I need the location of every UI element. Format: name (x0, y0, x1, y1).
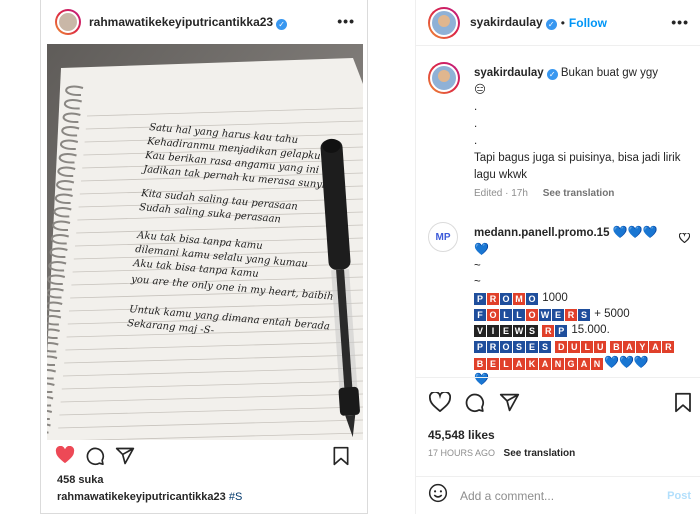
header-username[interactable]: syakirdaulay ✓ (470, 15, 557, 30)
username-text[interactable]: rahmawatikekeyiputricantikka23 (89, 15, 273, 29)
username-text[interactable]: syakirdaulay (470, 15, 543, 29)
see-translation-link[interactable]: See translation (504, 448, 576, 459)
dot-line: . (474, 135, 478, 147)
promo-value: 1000 (542, 292, 568, 304)
caption-username[interactable]: rahmawatikekeyiputricantikka23 (57, 491, 226, 503)
comments-panel: syakirdaulay ✓ • Follow ••• syakirdaulay ✓… (415, 0, 700, 514)
share-icon[interactable] (115, 446, 135, 471)
comment-input[interactable]: Add a comment... (460, 489, 554, 503)
post-button[interactable]: Post (667, 490, 691, 502)
post-photo[interactable]: Satu hal yang harus kau tahu Kehadiranmu … (47, 44, 363, 440)
embedded-post: rahmawatikekeyiputricantikka23 ✓ ••• Satu… (40, 0, 368, 514)
blue-heart: 💙 (474, 242, 489, 256)
post-header: rahmawatikekeyiputricantikka23 ✓ ••• (41, 0, 369, 44)
verified-icon: ✓ (546, 69, 558, 80)
price: 15.000. (571, 324, 610, 336)
notebook-photo: Satu hal yang harus kau tahuKehadiranmu … (47, 44, 363, 440)
post-actions (55, 445, 355, 471)
see-translation-link[interactable]: See translation (543, 188, 615, 199)
promo-word: PROMO (474, 292, 539, 305)
emoji: 😑 (474, 84, 486, 96)
blue-hearts: 💙💙💙 (604, 355, 649, 369)
comment-meta: Edited · 17h See translation (474, 188, 614, 199)
comment-body: Bukan buat gw ygy (560, 67, 659, 79)
followers-word: FOLLOWERS (474, 308, 591, 321)
dulu-word: DULU (555, 340, 607, 353)
verified-icon: ✓ (276, 18, 288, 30)
avatar[interactable] (428, 6, 460, 39)
comment-text: medann.panell.promo.15 💙💙💙 💙 ~ ~ PROMO 1… (474, 224, 679, 388)
notebook-page (47, 58, 363, 440)
avatar[interactable]: MP (428, 222, 458, 252)
proses-word: PROSES (474, 340, 552, 353)
separator-dot: • (560, 15, 565, 30)
panel-actions (416, 377, 700, 423)
emoji-icon[interactable] (428, 483, 448, 508)
bookmark-icon[interactable] (674, 392, 692, 418)
more-icon[interactable]: ••• (337, 13, 355, 29)
blue-hearts: 💙💙💙 (612, 225, 658, 239)
avatar[interactable] (428, 62, 460, 94)
comment-icon[interactable] (464, 392, 485, 418)
like-count[interactable]: 45,548 likes (428, 428, 495, 442)
views-word: VIEWS (474, 324, 539, 337)
more-icon[interactable]: ••• (671, 14, 689, 30)
followers-value: + 5000 (594, 308, 630, 320)
add-comment-bar: Add a comment... Post (416, 476, 700, 514)
dot-line: . (474, 101, 478, 113)
tilde: ~ (474, 276, 481, 288)
timestamp[interactable]: 17 HOURS AGO (428, 448, 495, 458)
avatar[interactable] (55, 9, 81, 35)
edited-time: Edited · 17h (474, 188, 528, 199)
rp-word: RP (542, 324, 568, 337)
verified-icon: ✓ (545, 19, 557, 30)
tilde: ~ (474, 260, 481, 272)
comment-username[interactable]: medann.panell.promo.15 (474, 227, 609, 239)
heart-icon[interactable] (428, 390, 452, 417)
comment-icon[interactable] (85, 446, 105, 471)
bayar-word: BAYAR (610, 340, 675, 353)
post-username[interactable]: rahmawatikekeyiputricantikka23 ✓ (89, 15, 288, 30)
panel-header: syakirdaulay ✓ • Follow ••• (416, 0, 700, 46)
like-count[interactable]: 458 suka (57, 474, 103, 486)
dot-line: . (474, 118, 478, 130)
comment-body-2: Tapi bagus juga si puisinya, bisa jadi l… (474, 152, 681, 181)
share-icon[interactable] (499, 392, 520, 418)
bookmark-icon[interactable] (332, 446, 350, 471)
heart-icon[interactable] (55, 445, 75, 469)
post-time: 17 HOURS AGO See translation (428, 448, 575, 459)
follow-button[interactable]: Follow (569, 16, 607, 30)
comment-like-icon[interactable] (678, 230, 691, 248)
comment-text: syakirdaulay ✓ Bukan buat gw ygy 😑 . . . … (474, 65, 684, 184)
comment-username[interactable]: syakirdaulay (474, 67, 544, 79)
hashtag-link[interactable]: #S (229, 491, 242, 503)
post-caption: rahmawatikekeyiputricantikka23 #S (57, 491, 242, 503)
belakangan-word: BELAKANGAN (474, 357, 604, 370)
